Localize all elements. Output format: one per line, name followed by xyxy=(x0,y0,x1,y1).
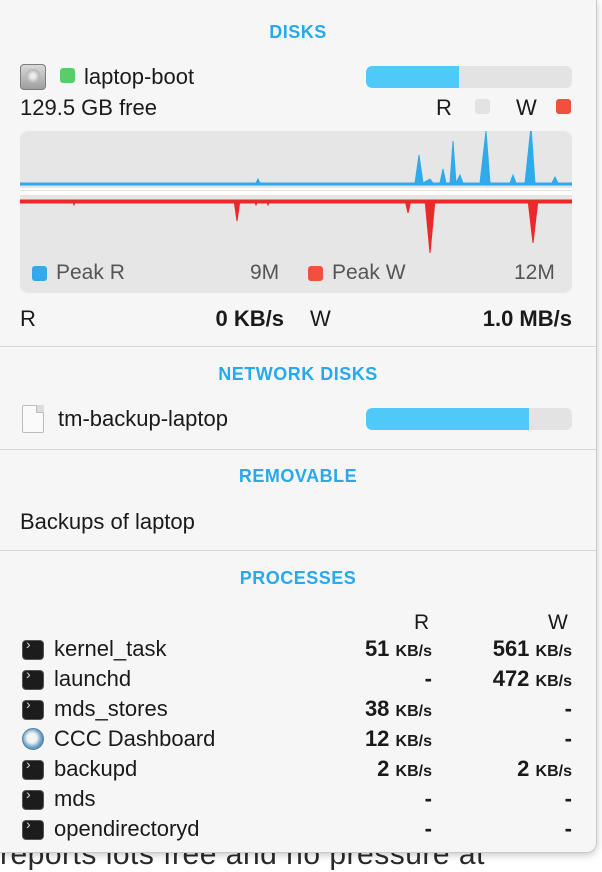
network-disk-usage-bar xyxy=(366,408,572,430)
hard-disk-icon xyxy=(20,64,46,90)
section-title-removable: REMOVABLE xyxy=(238,466,358,486)
read-activity-series xyxy=(20,131,572,186)
network-disk-usage-bar-fill xyxy=(366,408,529,430)
terminal-icon xyxy=(22,756,44,780)
process-read-rate: - xyxy=(424,786,432,811)
disk-free-space: 129.5 GB free xyxy=(20,95,157,120)
process-name[interactable]: CCC Dashboard xyxy=(54,726,215,752)
process-write-rate: - xyxy=(564,696,572,721)
processes-read-column-header: R xyxy=(414,611,430,634)
process-write-rate: 561 KB/s xyxy=(492,636,572,661)
processes-write-column-header: W xyxy=(548,611,568,634)
write-activity-series xyxy=(20,199,572,254)
process-read-rate: 51 KB/s xyxy=(364,636,432,661)
peak-write-label: Peak W xyxy=(332,261,406,284)
process-write-rate: - xyxy=(564,816,572,841)
write-rate-value: 1.0 MB/s xyxy=(482,306,572,331)
process-write-rate: - xyxy=(564,786,572,811)
process-read-rate: 38 KB/s xyxy=(364,696,432,721)
process-name[interactable]: opendirectoryd xyxy=(54,816,200,842)
process-name[interactable]: backupd xyxy=(54,756,137,782)
disk-activity-graph: Peak R 9M Peak W 12M xyxy=(20,131,572,293)
section-title-disks: DISKS xyxy=(269,22,327,42)
process-name[interactable]: kernel_task xyxy=(54,636,167,662)
read-rate-label: R xyxy=(20,306,36,331)
terminal-icon xyxy=(22,696,44,720)
process-name[interactable]: mds_stores xyxy=(54,696,168,722)
disk-name[interactable]: laptop-boot xyxy=(84,64,194,90)
stats-dropdown-panel: DISKS laptop-boot 129.5 GB free R W Peak… xyxy=(0,0,597,853)
network-disk-icon xyxy=(22,405,44,433)
divider xyxy=(0,346,596,347)
write-rate-label: W xyxy=(310,306,331,331)
process-read-rate: 2 KB/s xyxy=(377,756,432,781)
peak-write-swatch xyxy=(308,266,323,281)
peak-read-value: 9M xyxy=(250,261,280,284)
process-write-rate: - xyxy=(564,726,572,751)
divider xyxy=(0,449,596,450)
process-write-rate: 2 KB/s xyxy=(517,756,572,781)
peak-read-swatch xyxy=(32,266,47,281)
terminal-icon xyxy=(22,816,44,840)
divider xyxy=(0,550,596,551)
process-read-rate: - xyxy=(424,816,432,841)
process-read-rate: - xyxy=(424,666,432,691)
process-name[interactable]: mds xyxy=(54,786,96,812)
disk-usage-bar xyxy=(366,66,572,88)
terminal-icon xyxy=(22,666,44,690)
section-title-network-disks: NETWORK DISKS xyxy=(218,364,378,384)
terminal-icon xyxy=(22,786,44,810)
read-rate-value: 0 KB/s xyxy=(215,306,284,331)
read-legend-label: R xyxy=(436,95,452,120)
read-color-swatch xyxy=(475,99,490,114)
peak-write-value: 12M xyxy=(514,261,555,284)
disk-usage-bar-fill xyxy=(366,66,459,88)
process-name[interactable]: launchd xyxy=(54,666,131,692)
process-write-rate: 472 KB/s xyxy=(492,666,572,691)
peak-read-label: Peak R xyxy=(56,261,125,284)
terminal-icon xyxy=(22,636,44,660)
disk-status-indicator xyxy=(60,68,75,83)
section-title-processes: PROCESSES xyxy=(239,568,357,588)
process-read-rate: 12 KB/s xyxy=(364,726,432,751)
ccc-dashboard-icon xyxy=(22,728,44,750)
network-disk-name[interactable]: tm-backup-laptop xyxy=(58,406,228,432)
removable-disk-name[interactable]: Backups of laptop xyxy=(20,509,195,535)
write-color-swatch xyxy=(556,99,571,114)
write-legend-label: W xyxy=(516,95,537,120)
